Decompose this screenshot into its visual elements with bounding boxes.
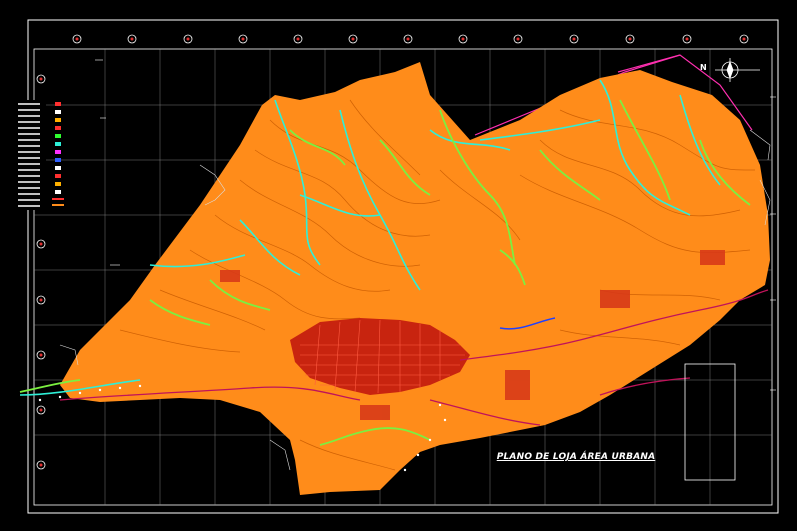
map-title: PLANO DE LOJA ÁREA URBANA [496, 452, 656, 462]
north-label: N [700, 63, 707, 72]
cad-map-drawing [0, 0, 797, 531]
map-title-block: PLANO DE LOJA ÁREA URBANA [497, 452, 655, 472]
